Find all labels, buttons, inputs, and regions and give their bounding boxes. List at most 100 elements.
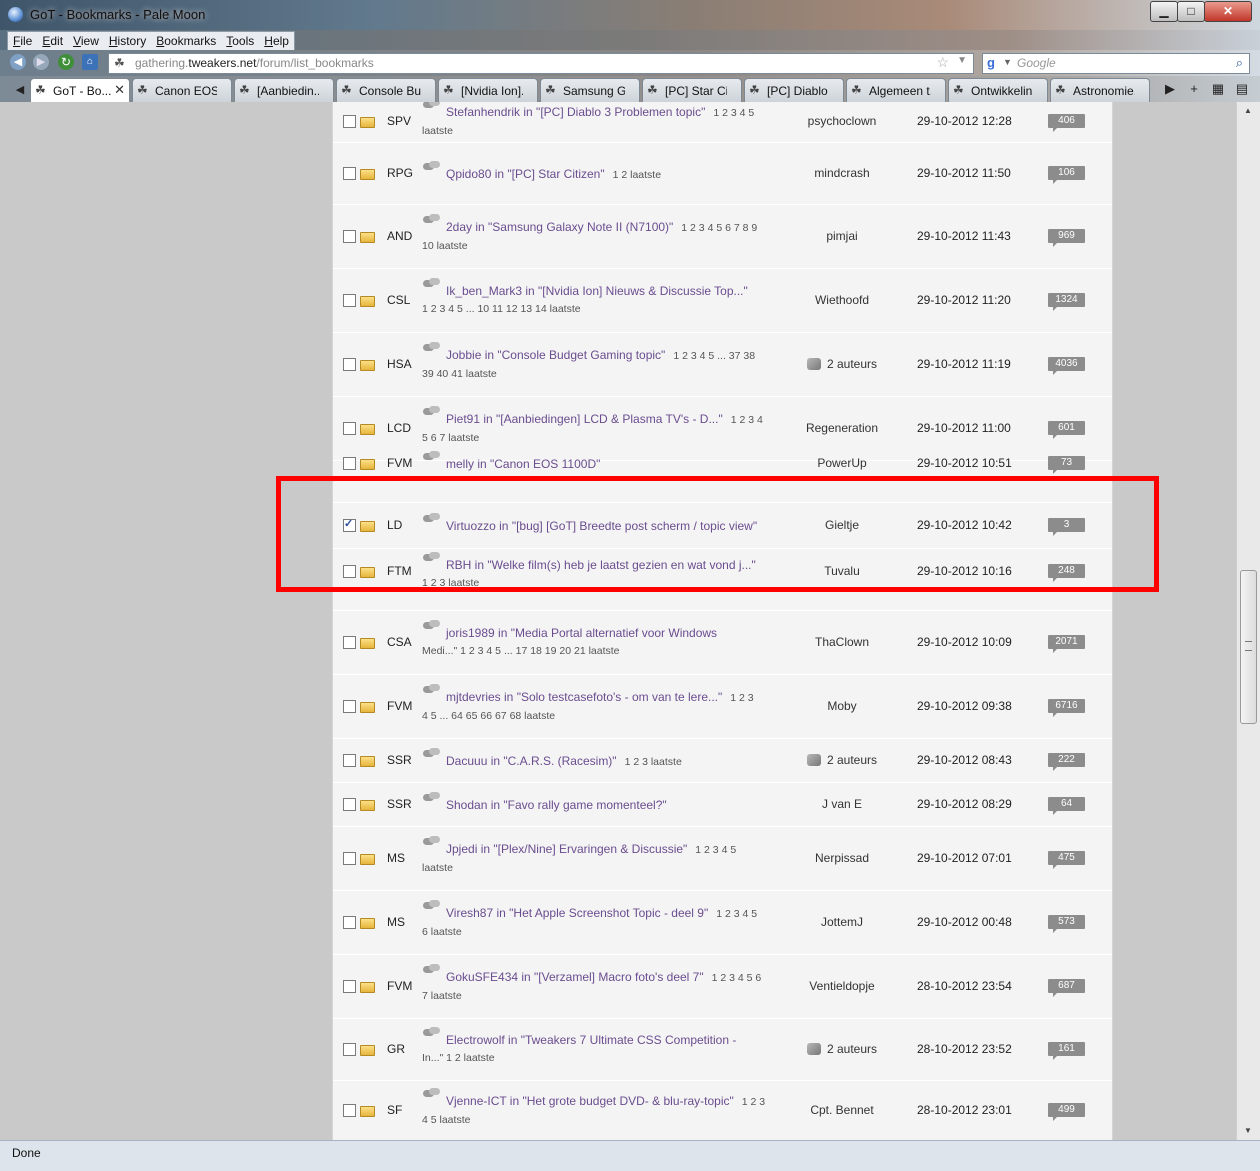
topic-link[interactable]: melly in "Canon EOS 1100D" xyxy=(446,457,600,471)
author-cell[interactable]: Wiethoofd xyxy=(785,293,899,307)
bookmark-row[interactable]: CSL Ik_ben_Mark3 in "[Nvidia Ion] Nieuws … xyxy=(333,269,1112,333)
author-name[interactable]: Moby xyxy=(827,699,856,713)
menu-view[interactable]: View xyxy=(68,32,104,50)
topic-link[interactable]: Jobbie in "Console Budget Gaming topic" xyxy=(446,348,665,362)
author-cell[interactable]: ThaClown xyxy=(785,635,899,649)
page-links-line2[interactable]: 39 40 41 laatste xyxy=(422,365,772,383)
tab-0[interactable]: ☘ GoT - Bo... ✕ xyxy=(30,78,130,103)
author-cell[interactable]: JottemJ xyxy=(785,915,899,929)
topic-link[interactable]: Vjenne-ICT in "Het grote budget DVD- & b… xyxy=(446,1094,734,1108)
bookmark-checkbox[interactable] xyxy=(343,754,356,767)
folder-icon[interactable] xyxy=(360,296,375,307)
new-tab-icon[interactable]: + xyxy=(1182,78,1206,100)
menu-bookmarks[interactable]: Bookmarks xyxy=(151,32,221,50)
bookmark-row[interactable]: LCD Piet91 in "[Aanbiedingen] LCD & Plasm… xyxy=(333,397,1112,461)
page-links[interactable]: 1 2 3 4 5 xyxy=(695,844,736,856)
back-icon[interactable]: ◀ xyxy=(10,54,26,70)
page-links-line2[interactable]: 1 2 3 4 5 ... 10 11 12 13 14 laatste xyxy=(422,300,772,318)
topic-link[interactable]: joris1989 in "Media Portal alternatief v… xyxy=(446,626,717,640)
page-links-line2[interactable]: 10 laatste xyxy=(422,237,772,255)
tab-scroll-right-icon[interactable]: ▶ xyxy=(1158,78,1182,100)
topic-link[interactable]: Jpjedi in "[Plex/Nine] Ervaringen & Disc… xyxy=(446,842,687,856)
topic-link[interactable]: 2day in "Samsung Galaxy Note II (N7100)" xyxy=(446,220,673,234)
reload-icon[interactable]: ↻ xyxy=(58,54,74,70)
author-cell[interactable]: Cpt. Bennet xyxy=(785,1103,899,1117)
vertical-scrollbar[interactable]: ▲ ▼ xyxy=(1236,102,1260,1140)
author-cell[interactable]: Regeneration xyxy=(785,421,899,435)
search-engine-dropdown-icon[interactable]: ▼ xyxy=(1003,57,1012,67)
page-links[interactable]: 1 2 3 4 5 ... 37 38 xyxy=(673,350,755,362)
home-icon[interactable]: ⌂ xyxy=(82,54,98,70)
bookmark-checkbox[interactable] xyxy=(343,798,356,811)
tab-1[interactable]: ☘ Canon EOS ... xyxy=(132,78,232,102)
folder-icon[interactable] xyxy=(360,459,375,470)
bookmark-row[interactable]: FVM melly in "Canon EOS 1100D" PowerUp 29-1… xyxy=(333,451,1112,503)
bookmark-row[interactable]: LD Virtuozzo in "[bug] [GoT] Breedte post… xyxy=(333,503,1112,549)
tab-2[interactable]: ☘ [Aanbiedin... xyxy=(234,78,334,102)
author-cell[interactable]: 2 auteurs xyxy=(785,753,899,767)
folder-icon[interactable] xyxy=(360,424,375,435)
page-links-line2[interactable]: 1 2 3 laatste xyxy=(422,574,772,592)
author-name[interactable]: 2 auteurs xyxy=(827,357,877,371)
all-tabs-icon[interactable]: ▤ xyxy=(1230,78,1254,100)
close-button[interactable]: ✕ xyxy=(1204,1,1252,22)
bookmark-checkbox[interactable] xyxy=(343,457,356,470)
bookmark-row[interactable]: SF Vjenne-ICT in "Het grote budget DVD- &… xyxy=(333,1081,1112,1140)
bookmark-row[interactable]: HSA Jobbie in "Console Budget Gaming topi… xyxy=(333,333,1112,397)
topic-link[interactable]: Virtuozzo in "[bug] [GoT] Breedte post s… xyxy=(446,519,757,533)
topic-link[interactable]: Shodan in "Favo rally game momenteel?" xyxy=(446,798,667,812)
bookmark-checkbox[interactable] xyxy=(343,517,356,532)
search-bar[interactable]: g ▼ Google ⌕ xyxy=(982,53,1250,74)
author-name[interactable]: Gieltje xyxy=(825,518,859,532)
author-name[interactable]: Ventieldopje xyxy=(809,979,874,993)
page-links-line2[interactable]: Medi..." 1 2 3 4 5 ... 17 18 19 20 21 la… xyxy=(422,642,772,660)
minimize-button[interactable]: ▁ xyxy=(1150,1,1178,22)
bookmark-row[interactable]: MS Jpjedi in "[Plex/Nine] Ervaringen & Di… xyxy=(333,827,1112,891)
page-links-line2[interactable]: laatste xyxy=(422,859,772,877)
url-text[interactable]: gathering.tweakers.net/forum/list_bookma… xyxy=(135,56,374,70)
menu-edit[interactable]: Edit xyxy=(37,32,68,50)
page-links-line2[interactable]: 6 laatste xyxy=(422,923,772,941)
bookmark-row[interactable]: SPV Stefanhendrik in "[PC] Diablo 3 Probl… xyxy=(333,102,1112,143)
bookmark-row[interactable]: SSR Dacuuu in "C.A.R.S. (Racesim)" 1 2 3 l… xyxy=(333,739,1112,783)
bookmark-row[interactable]: CSA joris1989 in "Media Portal alternatie… xyxy=(333,611,1112,675)
scroll-down-icon[interactable]: ▼ xyxy=(1241,1124,1255,1138)
bookmark-checkbox[interactable] xyxy=(343,1104,356,1117)
author-name[interactable]: 2 auteurs xyxy=(827,1042,877,1056)
folder-icon[interactable] xyxy=(360,1045,375,1056)
folder-icon[interactable] xyxy=(360,1106,375,1117)
author-name[interactable]: mindcrash xyxy=(814,166,869,180)
bookmark-checkbox[interactable] xyxy=(343,980,356,993)
page-links[interactable]: 1 2 3 4 5 xyxy=(713,107,754,119)
author-name[interactable]: Nerpissad xyxy=(815,851,869,865)
topic-link[interactable]: Electrowolf in "Tweakers 7 Ultimate CSS … xyxy=(446,1033,736,1047)
author-cell[interactable]: 2 auteurs xyxy=(785,1042,899,1056)
author-cell[interactable]: Moby xyxy=(785,699,899,713)
forward-icon[interactable]: ▶ xyxy=(33,54,49,70)
folder-icon[interactable] xyxy=(360,756,375,767)
maximize-button[interactable]: □ xyxy=(1177,1,1205,22)
folder-icon[interactable] xyxy=(360,169,375,180)
author-cell[interactable]: PowerUp xyxy=(785,456,899,470)
bookmark-checkbox[interactable] xyxy=(343,565,356,578)
tab-9[interactable]: ☘ Ontwikkelin... xyxy=(948,78,1048,102)
tab-4[interactable]: ☘ [Nvidia Ion]... xyxy=(438,78,538,102)
folder-icon[interactable] xyxy=(360,521,375,532)
author-name[interactable]: psychoclown xyxy=(808,114,877,128)
bookmark-checkbox[interactable] xyxy=(343,916,356,929)
tab-5[interactable]: ☘ Samsung G... xyxy=(540,78,640,102)
author-name[interactable]: Tuvalu xyxy=(824,564,860,578)
topic-link[interactable]: Stefanhendrik in "[PC] Diablo 3 Probleme… xyxy=(446,105,705,119)
folder-icon[interactable] xyxy=(360,800,375,811)
tab-3[interactable]: ☘ Console Bu... xyxy=(336,78,436,102)
author-cell[interactable]: 2 auteurs xyxy=(785,357,899,371)
author-name[interactable]: Wiethoofd xyxy=(815,293,869,307)
google-icon[interactable]: g xyxy=(987,55,995,70)
page-links-line2[interactable]: In..." 1 2 laatste xyxy=(422,1049,772,1067)
page-links[interactable]: 1 2 3 4 5 xyxy=(716,908,757,920)
tab-7[interactable]: ☘ [PC] Diablo ... xyxy=(744,78,844,102)
bookmark-checkbox[interactable] xyxy=(343,358,356,371)
topic-link[interactable]: GokuSFE434 in "[Verzamel] Macro foto's d… xyxy=(446,970,704,984)
author-name[interactable]: JottemJ xyxy=(821,915,863,929)
bookmark-star-icon[interactable]: ☆ xyxy=(936,54,949,71)
